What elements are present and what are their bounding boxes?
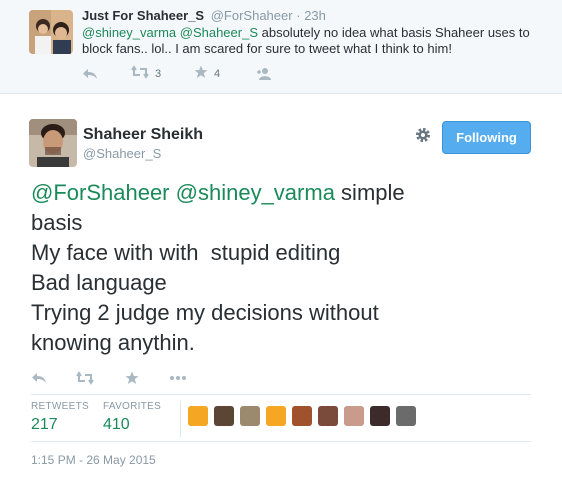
favorites-stat[interactable]: FAVORITES 410 [103, 401, 161, 434]
reply-icon[interactable] [31, 368, 47, 388]
tweet-timestamp[interactable]: 1:15 PM - 26 May 2015 [31, 453, 156, 467]
main-avatar[interactable] [29, 119, 77, 167]
tweet-line-6: knowing anythin. [31, 330, 195, 355]
favorite-count: 4 [214, 68, 221, 80]
reply-header: Just For Shaheer_S @ForShaheer · 23h [82, 8, 326, 23]
favorite-icon [194, 65, 208, 84]
favoriter-avatar-8[interactable] [370, 406, 390, 426]
main-tweet-text: @ForShaheer @shiney_varma simple basis M… [31, 178, 541, 358]
reply-icon[interactable] [82, 64, 98, 84]
reply-dot: · [296, 8, 301, 23]
reply-time[interactable]: 23h [304, 8, 326, 23]
main-tweet: Shaheer Sheikh @Shaheer_S Following @For… [0, 95, 562, 496]
retweets-count: 217 [31, 416, 58, 433]
favorite-button[interactable]: 4 [194, 64, 220, 84]
favoriter-avatar-2[interactable] [214, 406, 234, 426]
retweet-count: 3 [155, 68, 162, 80]
favorites-label: FAVORITES [103, 401, 162, 412]
retweet-button[interactable]: 3 [131, 64, 161, 84]
reply-author-handle[interactable]: @ForShaheer [211, 8, 293, 23]
tweet-line-3: My face with with stupid editing [31, 240, 341, 265]
reply-mention-2[interactable]: @Shaheer_S [180, 25, 258, 40]
retweets-stat[interactable]: RETWEETS 217 [31, 401, 89, 434]
favoriter-avatar-3[interactable] [240, 406, 260, 426]
favoriter-avatar-9[interactable] [396, 406, 416, 426]
main-author-handle[interactable]: @Shaheer_S [83, 146, 161, 161]
following-button[interactable]: Following [442, 121, 531, 154]
stats-divider-bottom [31, 441, 531, 442]
retweets-label: RETWEETS [31, 401, 89, 412]
retweet-icon[interactable] [76, 368, 94, 388]
favoriter-avatar-6[interactable] [318, 406, 338, 426]
favorite-icon[interactable] [125, 368, 139, 388]
tweet-line-1-text: simple [334, 180, 405, 205]
reply-avatar[interactable] [29, 10, 73, 54]
favorites-count: 410 [103, 416, 130, 433]
follow-icon[interactable] [256, 64, 274, 84]
favoriter-avatar-1[interactable] [188, 406, 208, 426]
tweet-line-4: Bad language [31, 270, 167, 295]
tweet-line-1: @ForShaheer @shiney_varma simple [31, 178, 541, 208]
more-icon[interactable] [169, 368, 187, 388]
stats-divider-top [31, 394, 531, 395]
favoriter-avatars [188, 406, 422, 426]
gear-icon[interactable] [414, 126, 434, 146]
main-author-name[interactable]: Shaheer Sheikh [83, 126, 203, 144]
reply-tweet[interactable]: Just For Shaheer_S @ForShaheer · 23h @sh… [0, 0, 562, 94]
favoriter-avatar-5[interactable] [292, 406, 312, 426]
reply-mention-1[interactable]: @shiney_varma [82, 25, 176, 40]
main-mention-1[interactable]: @ForShaheer [31, 180, 170, 205]
reply-text: @shiney_varma @Shaheer_S absolutely no i… [82, 25, 532, 57]
stats-separator [180, 401, 181, 437]
tweet-line-5: Trying 2 judge my decisions without [31, 300, 379, 325]
retweet-icon [131, 64, 149, 84]
favoriter-avatar-4[interactable] [266, 406, 286, 426]
tweet-line-2: basis [31, 210, 83, 235]
main-mention-2[interactable]: @shiney_varma [176, 180, 335, 205]
reply-author-name[interactable]: Just For Shaheer_S [82, 8, 204, 23]
favoriter-avatar-7[interactable] [344, 406, 364, 426]
